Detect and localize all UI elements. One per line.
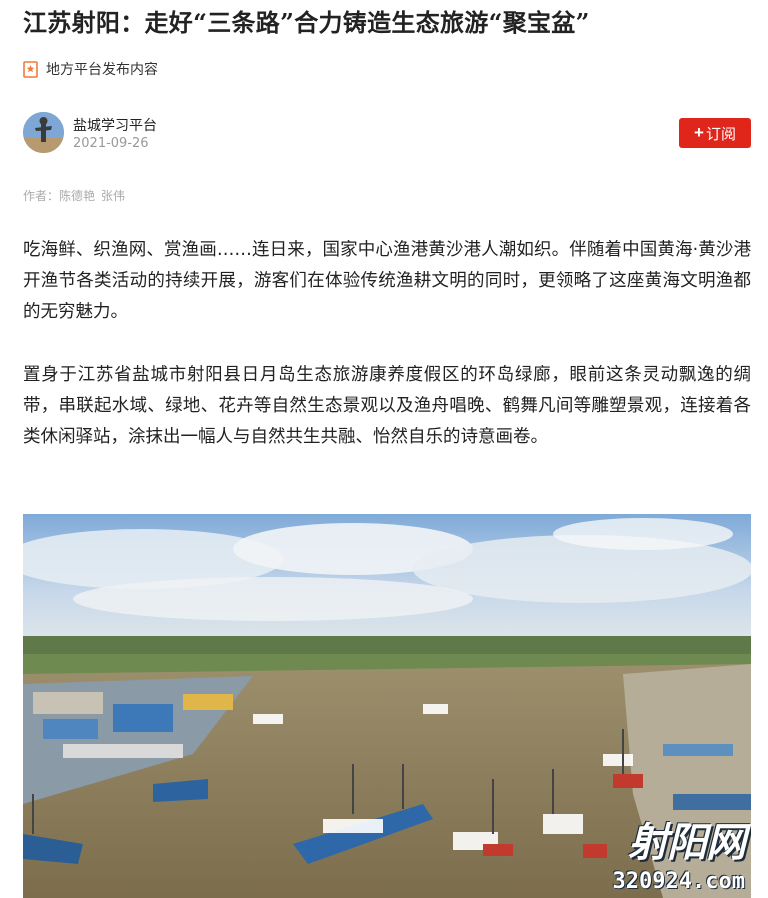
- publish-date: 2021-09-26: [73, 136, 149, 151]
- article-photo: 射阳网 320924.com: [23, 514, 751, 898]
- article-paragraph: 吃海鲜、织渔网、赏渔画……连日来，国家中心渔港黄沙港人潮如织。伴随着中国黄海·黄…: [23, 240, 751, 322]
- avatar[interactable]: [23, 112, 64, 153]
- byline-prefix: 作者：: [23, 189, 60, 203]
- source-label: 地方平台发布内容: [46, 62, 158, 78]
- author-name[interactable]: 盐城学习平台: [73, 115, 157, 135]
- bookmark-icon: [23, 60, 38, 78]
- watermark-url: 320924.com: [612, 869, 745, 894]
- article-paragraph: 置身于江苏省盐城市射阳县日月岛生态旅游康养度假区的环岛绿廊，眼前这条灵动飘逸的绸…: [23, 365, 751, 447]
- byline-author: 张伟: [101, 189, 126, 203]
- watermark-logo: 射阳网: [628, 820, 746, 866]
- plus-icon: +: [694, 123, 704, 142]
- source-tag: 地方平台发布内容: [23, 58, 158, 80]
- byline: 作者：陈德艳 张伟: [23, 187, 131, 204]
- subscribe-button[interactable]: + 订阅: [679, 118, 751, 148]
- article-title: 江苏射阳：走好“三条路”合力铸造生态旅游“聚宝盆”: [23, 8, 590, 37]
- author-row: 盐城学习平台 2021-09-26 + 订阅: [23, 112, 751, 154]
- byline-author: 陈德艳: [59, 189, 96, 203]
- subscribe-label: 订阅: [705, 125, 736, 143]
- article-page: 江苏射阳：走好“三条路”合力铸造生态旅游“聚宝盆” 地方平台发布内容 盐城学习平…: [0, 0, 768, 898]
